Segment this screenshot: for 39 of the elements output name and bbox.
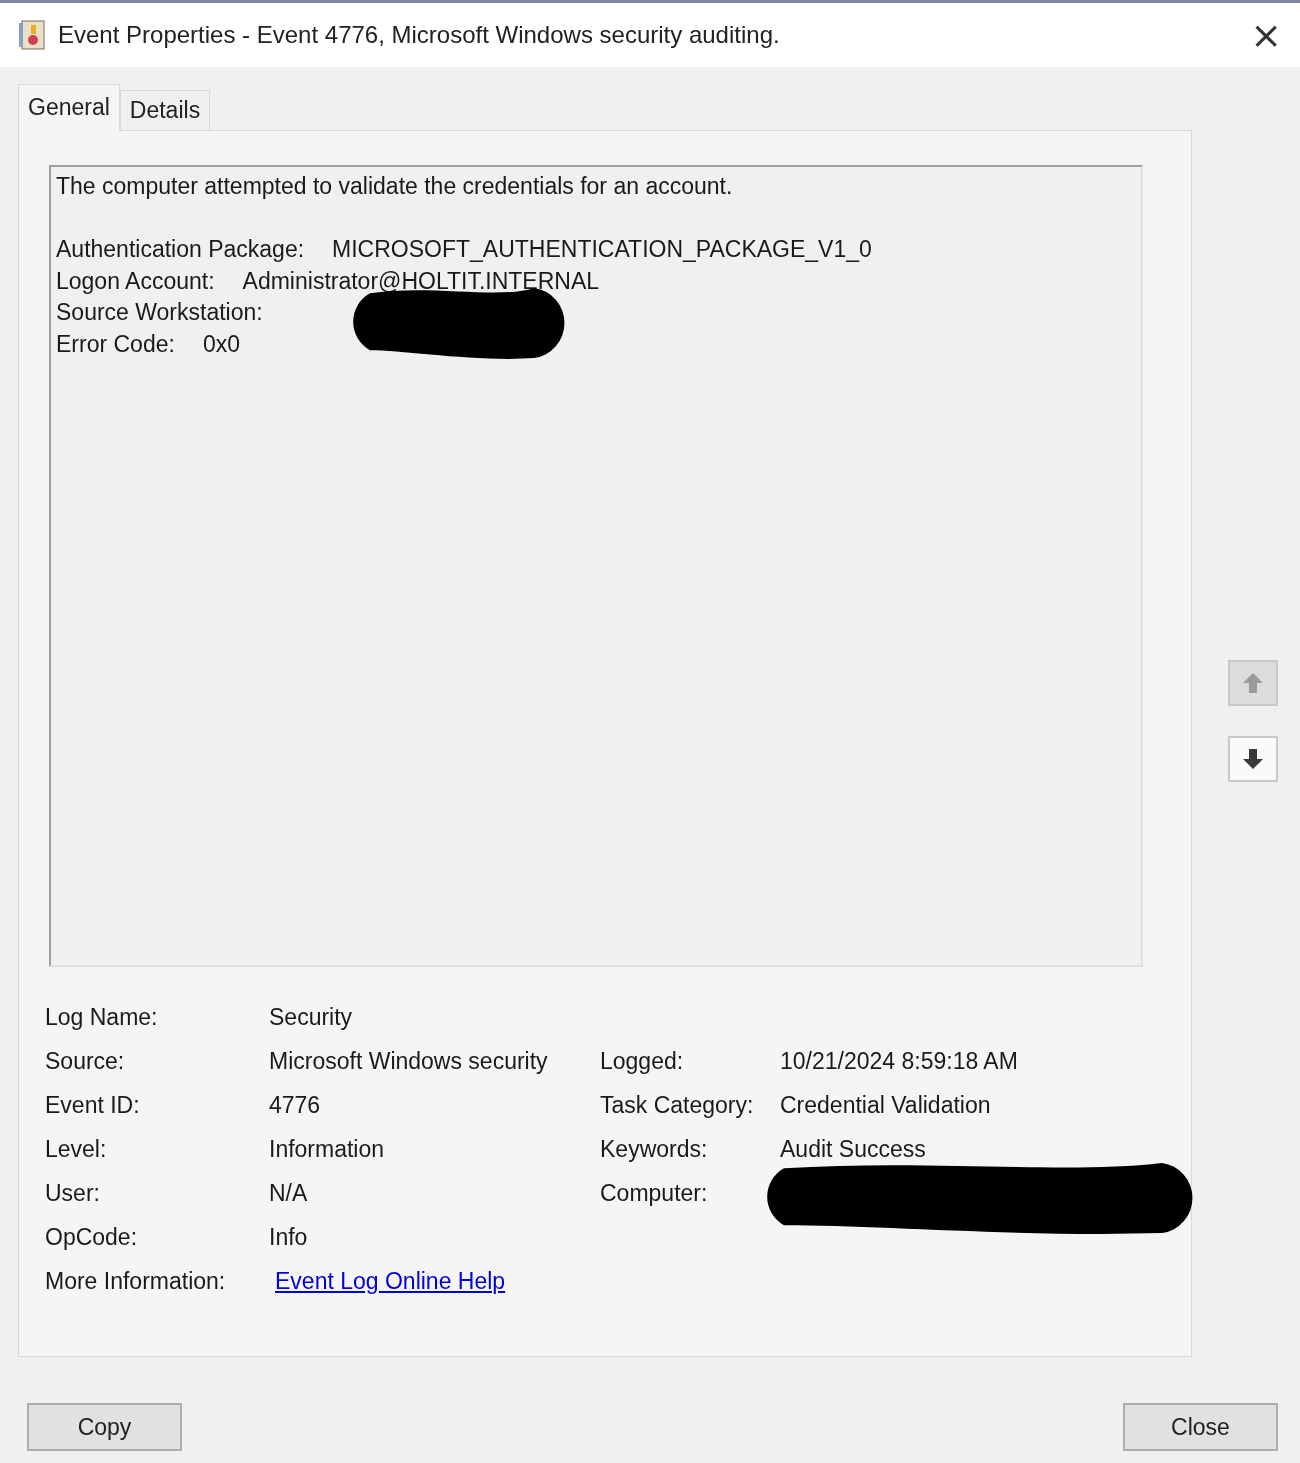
copy-button[interactable]: Copy: [27, 1403, 182, 1451]
help-link[interactable]: Event Log Online Help: [269, 1268, 506, 1294]
detail-label: Event ID:: [45, 1091, 141, 1120]
detail-label: Log Name:: [45, 1003, 159, 1032]
detail-value: Microsoft Windows security: [269, 1048, 548, 1074]
field-label: Logon Account:: [56, 267, 215, 296]
message-field[interactable]: [49, 165, 1143, 967]
detail-label: Task Category:: [600, 1092, 754, 1118]
detail-value: Info: [269, 1224, 308, 1250]
field-label: Authentication Package:: [56, 236, 305, 264]
tab[interactable]: Details: [119, 90, 211, 130]
detail-label: OpCode:: [45, 1223, 139, 1252]
up-arrow-icon: [1241, 671, 1265, 695]
detail-label: User:: [45, 1179, 101, 1208]
close-button[interactable]: Close: [1123, 1403, 1278, 1451]
down-arrow-icon: [1241, 747, 1265, 771]
next-button[interactable]: [1228, 736, 1278, 782]
detail-label: Logged:: [600, 1048, 684, 1074]
detail-label: Keywords:: [600, 1136, 708, 1162]
field-value: Administrator@HOLTIT.INTERNAL: [242, 267, 600, 296]
tab[interactable]: General: [18, 84, 120, 131]
field-label: Source Workstation:: [56, 299, 263, 327]
detail-value: Security: [269, 1004, 353, 1030]
field-value: 0x0: [202, 330, 240, 359]
detail-label: Source:: [45, 1047, 126, 1076]
detail-label: Computer:: [600, 1180, 708, 1206]
detail-value: Audit Success: [780, 1136, 926, 1162]
detail-value: Credential Validation: [780, 1092, 991, 1118]
detail-value: Information: [269, 1136, 385, 1162]
detail-label: More Information:: [45, 1267, 227, 1296]
field-label: Error Code:: [56, 330, 175, 359]
detail-value: 4776: [269, 1092, 321, 1118]
window-title: Event Properties - Event 4776, Microsoft Windows security auditing.: [58, 21, 781, 49]
field-value: MICROSOFT_AUTHENTICATION_PACKAGE_V1_0: [332, 236, 872, 264]
detail-value: 10/21/2024 8:59:18 AM: [780, 1048, 1018, 1074]
detail-label: Level:: [45, 1135, 108, 1164]
event-log-icon: [18, 20, 46, 50]
detail-value: N/A: [269, 1180, 308, 1206]
message-text: The computer attempted to validate the credentials for an account.: [56, 173, 733, 201]
